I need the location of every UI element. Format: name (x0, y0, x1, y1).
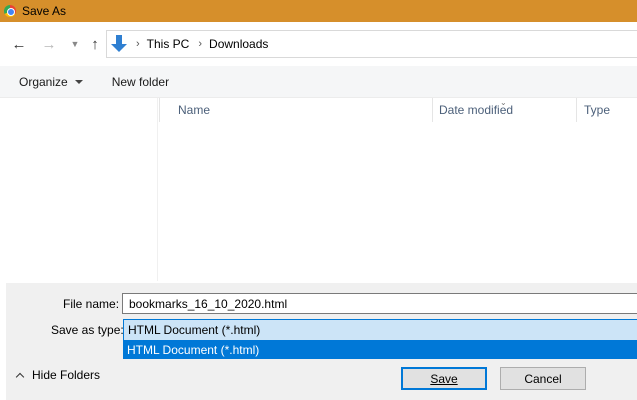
window-title: Save As (22, 4, 67, 18)
title-bar: Save As (0, 0, 637, 22)
save-button-label: Save (430, 371, 458, 386)
cancel-button-label: Cancel (524, 371, 562, 386)
chevron-down-icon[interactable]: ▼ (66, 35, 84, 53)
chevron-up-icon (15, 372, 25, 381)
save-as-type-option[interactable]: HTML Document (*.html) (123, 340, 637, 359)
new-folder-button[interactable]: New folder (112, 75, 169, 89)
cancel-button[interactable]: Cancel (500, 367, 586, 390)
save-options-panel: File name: Save as type: HTML Document (… (6, 283, 637, 400)
breadcrumb-downloads[interactable]: Downloads (209, 37, 268, 51)
dropdown-caret-icon (74, 79, 83, 84)
column-divider[interactable] (159, 98, 160, 122)
back-arrow-icon[interactable]: ← (10, 35, 28, 53)
chevron-right-icon[interactable]: › (198, 38, 202, 50)
column-divider[interactable] (432, 98, 433, 122)
downloads-folder-icon (111, 35, 127, 53)
up-arrow-icon[interactable]: ↑ (86, 35, 104, 53)
navigation-bar: ← → ▼ ↑ › This PC › Downloads (0, 22, 637, 66)
file-list-view[interactable]: Name ⌄ Date modified Type (0, 98, 637, 283)
chevron-right-icon[interactable]: › (136, 38, 140, 50)
chrome-icon (4, 5, 16, 17)
hide-folders-button[interactable]: Hide Folders (12, 368, 100, 382)
forward-arrow-icon[interactable]: → (40, 35, 58, 53)
save-as-type-select[interactable]: HTML Document (*.html) (123, 319, 637, 341)
organize-menu-button[interactable]: Organize (19, 75, 83, 89)
address-bar[interactable]: › This PC › Downloads (106, 30, 637, 58)
column-divider[interactable] (576, 98, 577, 122)
column-header-type[interactable]: Type (584, 103, 610, 117)
column-header-name[interactable]: Name (178, 103, 210, 117)
hide-folders-label: Hide Folders (32, 368, 101, 382)
column-header-date-modified[interactable]: Date modified (439, 103, 513, 117)
organize-label: Organize (19, 74, 68, 89)
file-name-label: File name: (63, 297, 120, 311)
navigation-pane-divider[interactable] (157, 98, 158, 281)
save-as-type-label: Save as type: (51, 323, 124, 337)
breadcrumb-this-pc[interactable]: This PC (147, 37, 190, 51)
file-name-input[interactable] (122, 293, 637, 314)
save-button[interactable]: Save (401, 367, 487, 390)
command-bar: Organize New folder (0, 66, 637, 98)
